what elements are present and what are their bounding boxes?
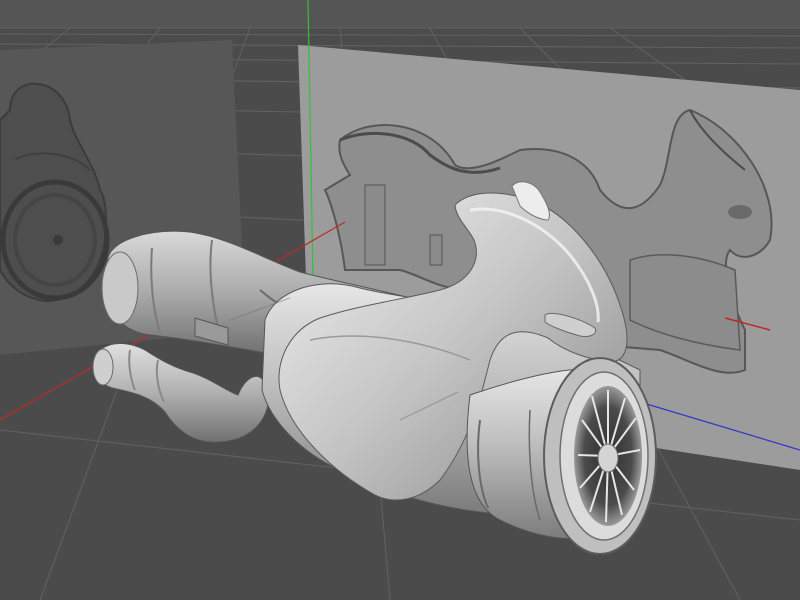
viewport-canvas[interactable] [0, 0, 800, 600]
3d-viewport[interactable] [0, 0, 800, 600]
exhaust-pipe[interactable] [92, 343, 270, 443]
intake-nacelle[interactable] [466, 357, 657, 555]
fan-spinner [597, 443, 619, 473]
horizon-band [0, 0, 800, 28]
